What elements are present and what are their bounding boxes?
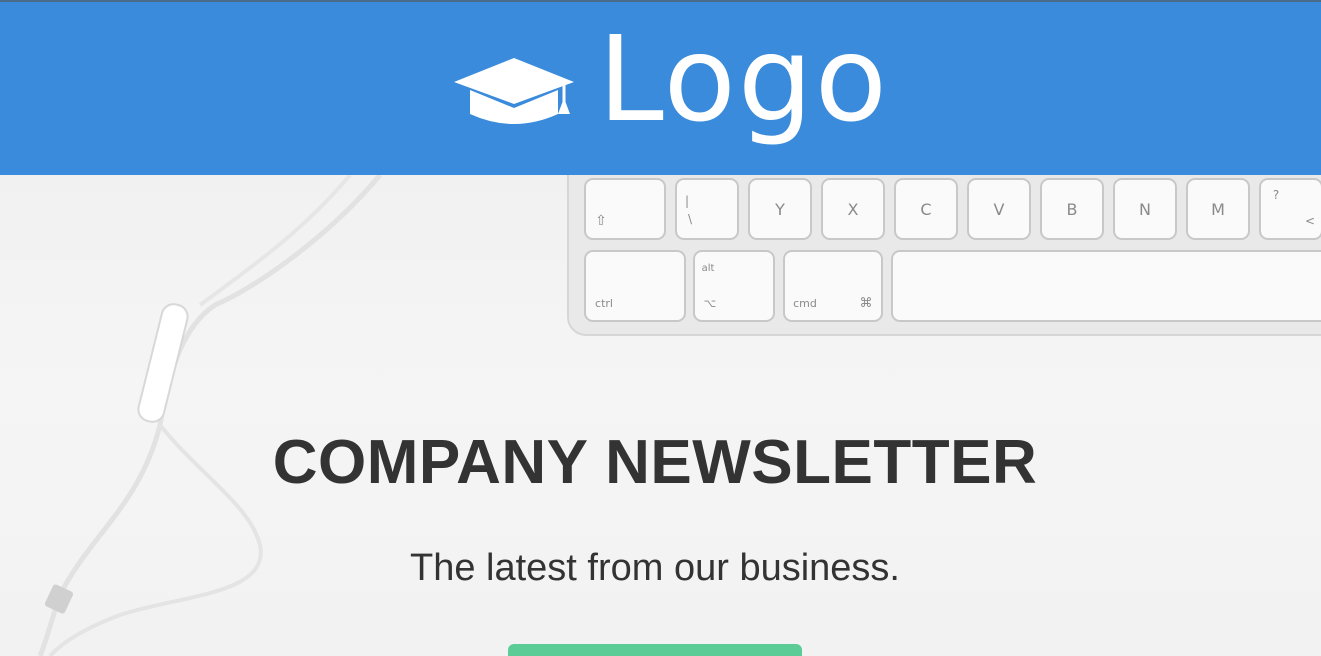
cta-button[interactable] <box>508 644 802 656</box>
svg-text:M: M <box>1211 200 1225 219</box>
svg-text:C: C <box>920 200 931 219</box>
svg-text:⌥: ⌥ <box>704 297 717 310</box>
newsletter-subtitle: The latest from our business. <box>410 547 900 589</box>
svg-text:⇧: ⇧ <box>595 213 607 229</box>
svg-text:⌘: ⌘ <box>860 296 873 311</box>
logo-text: Logo <box>598 10 889 148</box>
svg-text:?: ? <box>1273 188 1279 202</box>
header-banner: Logo <box>0 0 1321 175</box>
svg-text:alt: alt <box>702 263 715 274</box>
newsletter-title: COMPANY NEWSLETTER <box>272 428 1038 497</box>
svg-text:X: X <box>848 200 859 219</box>
svg-text:V: V <box>994 200 1005 219</box>
logo[interactable]: Logo <box>452 10 887 166</box>
svg-text:Y: Y <box>774 200 785 219</box>
svg-text:N: N <box>1139 200 1151 219</box>
svg-text:B: B <box>1067 200 1078 219</box>
svg-text:<: < <box>1305 214 1315 228</box>
svg-text:ctrl: ctrl <box>595 297 613 310</box>
svg-text:|: | <box>685 194 689 208</box>
svg-text:cmd: cmd <box>793 297 817 310</box>
graduation-cap-icon <box>454 58 574 124</box>
hero-section: ⇧ | \ Y X C V B N M ? < ctrl alt ⌥ cmd ⌘… <box>0 175 1321 656</box>
